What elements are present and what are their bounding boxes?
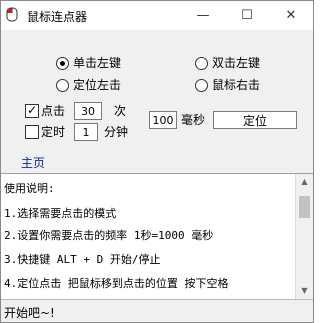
instruction-line: 使用说明: xyxy=(4,182,55,195)
instruction-line: 4.定位点击 把鼠标移到点击的位置 按下空格 xyxy=(4,277,229,290)
scroll-thumb[interactable] xyxy=(299,196,310,218)
instructions-textarea[interactable]: 使用说明: 1.选择需要点击的模式 2.设置你需要点击的频率 1秒=1000 毫… xyxy=(1,174,295,299)
instruction-line: 2.设置你需要点击的频率 1秒=1000 毫秒 xyxy=(4,229,214,242)
timer-label: 定时 xyxy=(41,125,66,139)
checkbox-box[interactable] xyxy=(25,103,39,118)
scroll-up-icon[interactable]: ▲ xyxy=(296,174,313,190)
click-count-input[interactable]: 30 xyxy=(74,102,102,120)
maximize-button[interactable]: ☐ xyxy=(225,1,269,30)
scroll-down-icon[interactable]: ▼ xyxy=(296,283,313,299)
radio-single-left-label: 单击左键 xyxy=(73,56,122,70)
radio-locate-left-label: 定位左击 xyxy=(73,78,122,92)
minimize-button[interactable]: — xyxy=(181,1,225,30)
vertical-scrollbar[interactable]: ▲ ▼ xyxy=(295,174,313,299)
status-bar: 开始吧~! xyxy=(1,299,313,322)
instruction-line: 3.快捷键 ALT + D 开始/停止 xyxy=(4,253,161,266)
radio-indicator[interactable] xyxy=(195,57,208,70)
radio-double-left-label: 双击左键 xyxy=(212,56,261,70)
timer-unit: 分钟 xyxy=(104,125,129,139)
locate-button[interactable]: 定位 xyxy=(213,111,297,129)
radio-indicator[interactable] xyxy=(56,79,69,92)
instruction-line: 1.选择需要点击的模式 xyxy=(4,207,117,220)
home-link[interactable]: 主页 xyxy=(21,154,45,171)
click-count-unit: 次 xyxy=(114,104,127,118)
radio-mouse-right-label: 鼠标右击 xyxy=(212,78,261,92)
radio-indicator[interactable] xyxy=(56,57,69,70)
mouse-icon xyxy=(6,7,18,22)
timer-input[interactable]: 1 xyxy=(74,123,98,141)
close-button[interactable]: ✕ xyxy=(269,1,313,30)
window-title: 鼠标连点器 xyxy=(27,10,88,24)
title-bar[interactable]: 鼠标连点器 — ☐ ✕ xyxy=(1,1,313,30)
checkbox-box[interactable] xyxy=(25,125,39,139)
interval-input[interactable]: 100 xyxy=(149,111,177,129)
interval-unit: 毫秒 xyxy=(181,113,206,127)
status-text: 开始吧~! xyxy=(4,306,55,320)
app-window: 鼠标连点器 — ☐ ✕ 单击左键 双击左键 定位左击 鼠标右击 点击 30 次 … xyxy=(0,0,314,323)
radio-indicator[interactable] xyxy=(195,79,208,92)
click-count-label: 点击 xyxy=(41,104,66,118)
